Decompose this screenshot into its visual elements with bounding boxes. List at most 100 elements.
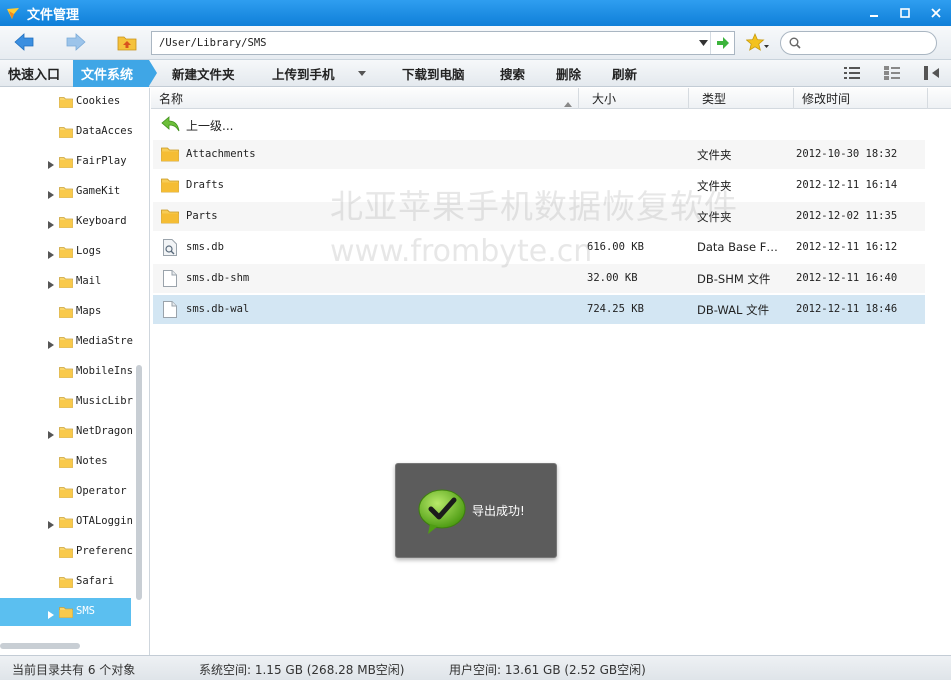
tree-item[interactable]: SMS — [0, 598, 131, 626]
expand-arrow-icon[interactable] — [48, 278, 54, 292]
search-button[interactable]: 搜索 — [500, 60, 525, 87]
tree-item[interactable]: Mail — [0, 268, 131, 296]
folder-icon — [161, 177, 179, 196]
file-row[interactable]: sms.db 616.00 KB Data Base F… 2012-12-11 16… — [153, 233, 925, 262]
export-success-toast: 导出成功! — [395, 463, 557, 558]
file-modified: 2012-12-11 18:46 — [796, 303, 898, 315]
tree-item[interactable]: Safari — [0, 568, 131, 596]
file-type: 文件夹 — [697, 148, 732, 162]
file-name: sms.db-wal — [186, 303, 250, 315]
back-button[interactable] — [12, 31, 36, 53]
column-type-label: 类型 — [702, 92, 727, 106]
column-name[interactable]: 名称 — [151, 88, 579, 109]
delete-button[interactable]: 删除 — [556, 60, 581, 87]
column-size[interactable]: 大小 — [584, 88, 689, 109]
path-dropdown-icon[interactable] — [696, 40, 710, 46]
column-type[interactable]: 类型 — [694, 88, 794, 109]
tree-item[interactable]: Keyboard — [0, 208, 131, 236]
tree-item[interactable]: MediaStre — [0, 328, 133, 356]
file-row[interactable]: Attachments 文件夹 2012-10-30 18:32 — [153, 140, 925, 169]
tree-item-label: Notes — [76, 455, 108, 467]
close-button[interactable] — [920, 0, 951, 26]
file-modified: 2012-12-11 16:14 — [796, 179, 898, 191]
window-title: 文件管理 — [27, 7, 80, 23]
horizontal-scrollbar[interactable] — [0, 643, 80, 649]
tree-item[interactable]: Notes — [0, 448, 131, 476]
upload-dropdown-icon[interactable] — [358, 60, 366, 87]
expand-arrow-icon[interactable] — [48, 248, 54, 262]
tree-item-label: NetDragon — [76, 425, 133, 437]
path-text[interactable]: /User/Library/SMS — [159, 37, 696, 49]
search-box[interactable] — [780, 31, 937, 55]
expand-arrow-icon[interactable] — [48, 428, 54, 442]
tree-item[interactable]: GameKit — [0, 178, 131, 206]
column-size-label: 大小 — [592, 92, 617, 106]
expand-arrow-icon[interactable] — [48, 608, 54, 622]
go-arrow-button[interactable] — [710, 32, 734, 54]
tree-item-label: MobileIns — [76, 365, 133, 377]
tree-item[interactable]: MusicLibr — [0, 388, 133, 416]
file-modified: 2012-12-11 16:40 — [796, 272, 898, 284]
file-type: 文件夹 — [697, 179, 732, 193]
folder-tree[interactable]: Cookies DataAcces FairPlay GameKit Keyboard L… — [0, 88, 150, 655]
expand-arrow-icon[interactable] — [48, 158, 54, 172]
path-input[interactable]: /User/Library/SMS — [151, 31, 735, 55]
expand-arrow-icon[interactable] — [48, 518, 54, 532]
tree-item-label: Cookies — [76, 95, 121, 107]
minimize-button[interactable] — [858, 0, 889, 26]
folder-icon — [59, 516, 73, 531]
toast-message: 导出成功! — [472, 504, 525, 518]
forward-button[interactable] — [64, 31, 88, 53]
folder-icon — [59, 216, 73, 231]
panel-toggle-icon[interactable] — [922, 64, 942, 82]
tree-item[interactable]: OTALoggin — [0, 508, 133, 536]
tab-file-system[interactable]: 文件系统 — [73, 60, 157, 87]
file-row[interactable]: sms.db-shm 32.00 KB DB-SHM 文件 2012-12-11 16… — [153, 264, 925, 293]
database-file-icon — [163, 239, 177, 259]
tree-item[interactable]: Maps — [0, 298, 131, 326]
tree-item[interactable]: Logs — [0, 238, 131, 266]
tree-item[interactable]: DataAcces — [0, 118, 133, 146]
folder-icon — [59, 306, 73, 321]
file-type: 文件夹 — [697, 210, 732, 224]
tree-item[interactable]: NetDragon — [0, 418, 133, 446]
column-modified[interactable]: 修改时间 — [794, 88, 928, 109]
expand-arrow-icon[interactable] — [48, 218, 54, 232]
folder-icon — [59, 336, 73, 351]
detail-view-icon[interactable] — [882, 64, 902, 82]
parent-folder-label[interactable]: 上一级... — [186, 117, 233, 134]
download-to-pc-button[interactable]: 下载到电脑 — [402, 60, 465, 87]
file-row[interactable]: Drafts 文件夹 2012-12-11 16:14 — [153, 171, 925, 200]
up-folder-button[interactable] — [115, 31, 139, 53]
tree-item[interactable]: MobileIns — [0, 358, 133, 386]
expand-arrow-icon[interactable] — [48, 188, 54, 202]
tree-item[interactable]: FairPlay — [0, 148, 131, 176]
tree-item[interactable]: Preferenc — [0, 538, 133, 566]
file-row[interactable]: sms.db-wal 724.25 KB DB-WAL 文件 2012-12-11 1… — [153, 295, 925, 324]
vertical-scrollbar[interactable] — [136, 365, 142, 600]
new-folder-button[interactable]: 新建文件夹 — [172, 60, 235, 87]
folder-icon — [161, 146, 179, 165]
file-row[interactable]: Parts 文件夹 2012-12-02 11:35 — [153, 202, 925, 231]
upload-to-phone-button[interactable]: 上传到手机 — [272, 60, 335, 87]
file-name: sms.db-shm — [186, 272, 250, 284]
checkmark-bubble-icon — [418, 488, 468, 539]
file-name: Drafts — [186, 179, 224, 191]
expand-arrow-icon[interactable] — [48, 338, 54, 352]
maximize-button[interactable] — [889, 0, 920, 26]
tree-item-label: DataAcces — [76, 125, 133, 137]
file-type: DB-SHM 文件 — [697, 272, 771, 286]
list-view-icon[interactable] — [842, 64, 862, 82]
file-size: 32.00 KB — [587, 272, 638, 284]
favorites-star-button[interactable] — [744, 30, 772, 56]
tree-item[interactable]: Operator — [0, 478, 131, 506]
tree-item-label: Operator — [76, 485, 127, 497]
tree-item-label: FairPlay — [76, 155, 127, 167]
tree-item[interactable]: Cookies — [0, 88, 131, 116]
tree-item-label: Keyboard — [76, 215, 127, 227]
list-header: 名称 大小 类型 修改时间 — [151, 88, 951, 109]
search-input[interactable] — [805, 37, 925, 49]
tab-quick-access[interactable]: 快速入口 — [0, 60, 72, 87]
parent-folder-row[interactable]: 上一级... — [153, 111, 453, 139]
refresh-button[interactable]: 刷新 — [612, 60, 637, 87]
